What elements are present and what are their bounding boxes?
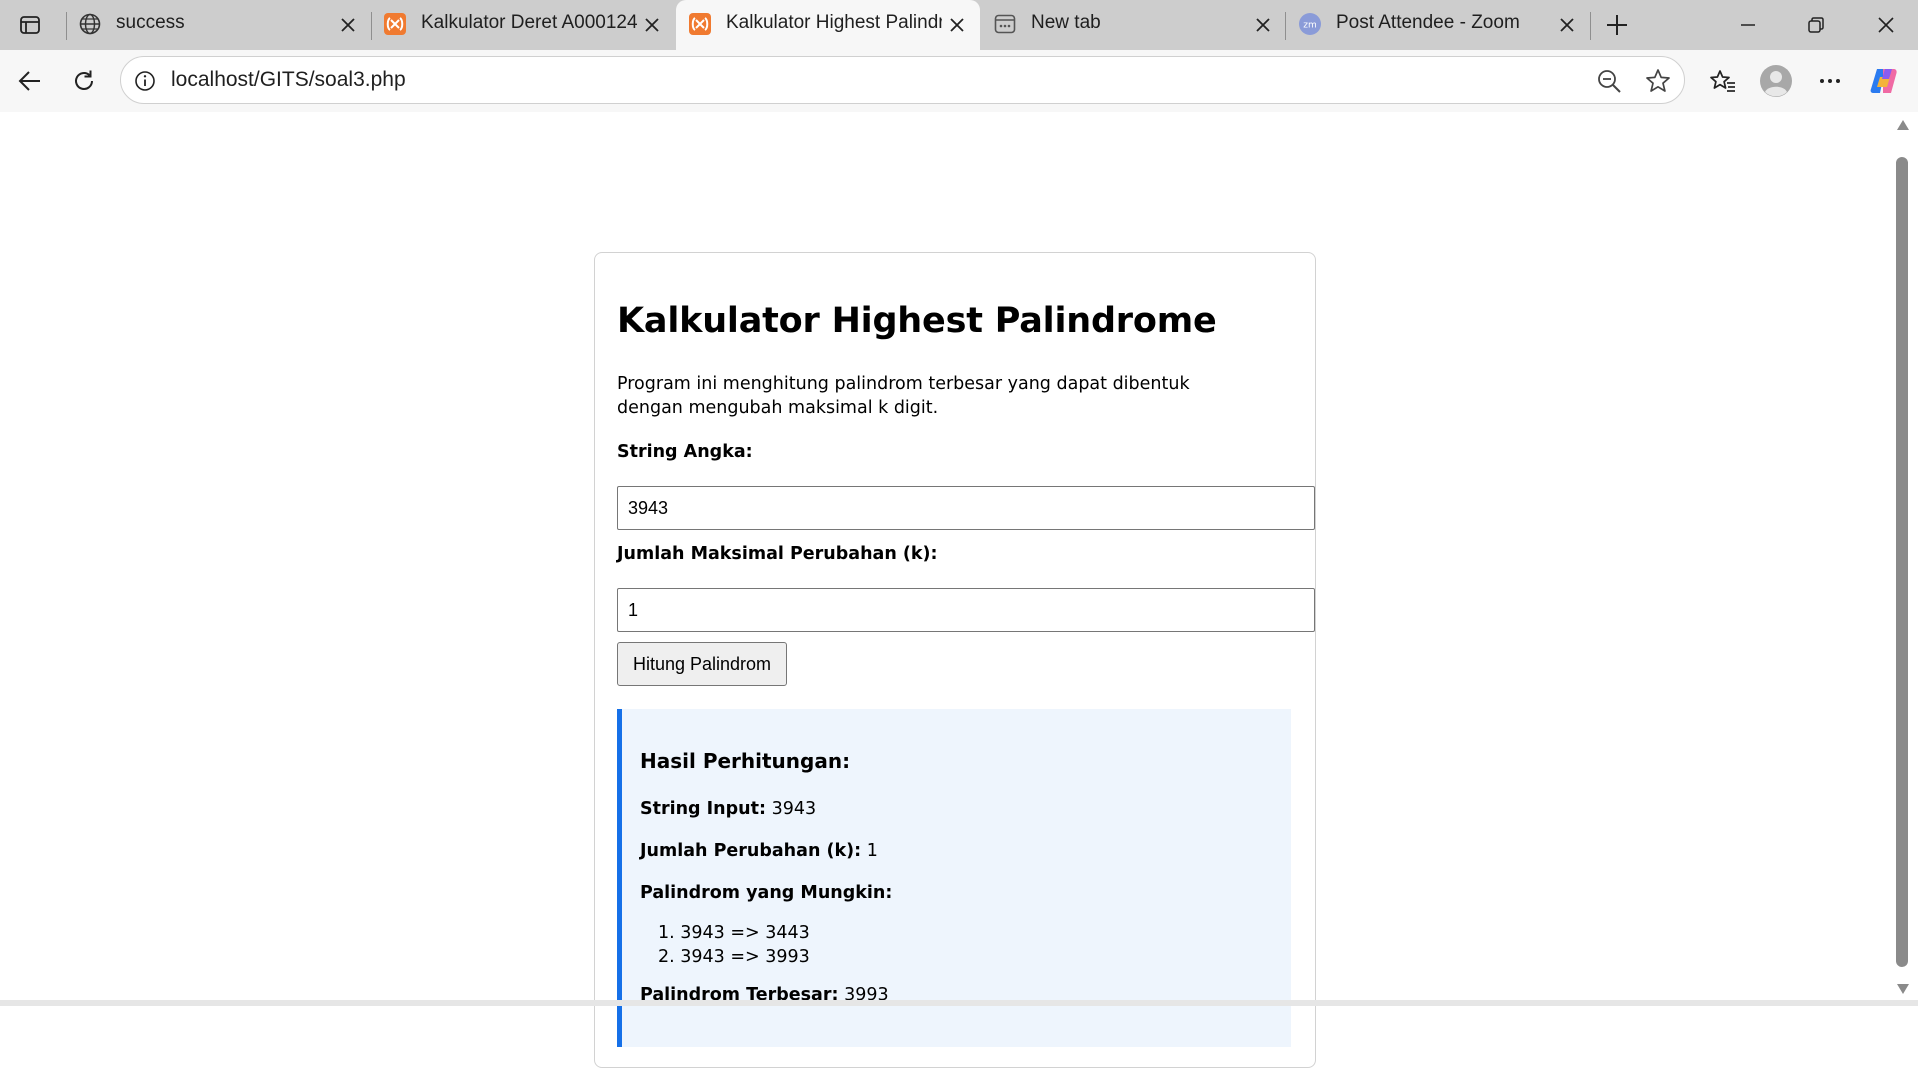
close-tab-icon[interactable] — [337, 14, 359, 36]
plus-icon — [1607, 15, 1627, 35]
result-heading: Hasil Perhitungan: — [640, 749, 851, 773]
reload-button[interactable] — [66, 63, 102, 99]
tab-zoom[interactable]: zm Post Attendee - Zoom — [1286, 0, 1590, 50]
minimize-button[interactable] — [1718, 0, 1778, 50]
profile-button[interactable] — [1758, 63, 1794, 99]
tab-actions-button[interactable] — [12, 8, 48, 42]
tab-actions-icon — [20, 16, 40, 34]
vertical-scrollbar[interactable] — [1892, 112, 1912, 1000]
tab-title: Kalkulator Highest Palindro — [726, 12, 942, 33]
page-description: Program ini menghitung palindrom terbesa… — [617, 374, 1190, 418]
zoom-out-icon[interactable] — [1596, 68, 1622, 94]
tab-new-tab[interactable]: New tab — [981, 0, 1285, 50]
tab-success[interactable]: success — [66, 0, 370, 50]
page-title: Kalkulator Highest Palindrome — [617, 301, 1217, 341]
close-tab-icon[interactable] — [641, 14, 663, 36]
scroll-thumb[interactable] — [1896, 157, 1908, 967]
xampp-icon — [383, 12, 407, 36]
tab-kalkulator-deret[interactable]: Kalkulator Deret A000124 — [371, 0, 675, 50]
tab-title: Post Attendee - Zoom — [1336, 12, 1520, 33]
scroll-down-arrow-icon[interactable] — [1897, 984, 1909, 994]
tab-title: Kalkulator Deret A000124 — [421, 12, 638, 33]
tab-kalkulator-highest-palindrome[interactable]: Kalkulator Highest Palindro — [676, 0, 980, 50]
close-tab-icon[interactable] — [1252, 14, 1274, 36]
result-panel: Hasil Perhitungan: String Input: 3943 Ju… — [617, 709, 1291, 1047]
result-string-input: String Input: 3943 — [640, 799, 816, 819]
new-tab-button[interactable] — [1600, 8, 1634, 42]
avatar-icon — [1760, 65, 1792, 97]
result-label: Jumlah Perubahan (k): — [640, 841, 862, 861]
list-item: 1. 3943 => 3443 — [658, 923, 810, 943]
result-changes: Jumlah Perubahan (k): 1 — [640, 841, 878, 861]
string-angka-label: String Angka: — [617, 442, 753, 462]
browser-toolbar: localhost/GITS/soal3.php — [0, 50, 1918, 112]
calculate-button[interactable]: Hitung Palindrom — [617, 642, 787, 686]
settings-menu-button[interactable] — [1812, 63, 1848, 99]
close-tab-icon[interactable] — [946, 14, 968, 36]
close-window-button[interactable] — [1856, 0, 1916, 50]
page-viewport: Kalkulator Highest Palindrome Program in… — [6, 112, 1892, 1068]
result-possible-label: Palindrom yang Mungkin: — [640, 883, 892, 903]
xampp-icon — [688, 12, 712, 36]
max-changes-label: Jumlah Maksimal Perubahan (k): — [617, 544, 938, 564]
max-changes-input[interactable] — [617, 588, 1315, 632]
close-icon — [1878, 17, 1894, 33]
zoom-icon: zm — [1298, 12, 1322, 36]
restore-button[interactable] — [1786, 0, 1846, 50]
url-text: localhost/GITS/soal3.php — [171, 68, 406, 91]
site-info-icon[interactable] — [133, 69, 157, 93]
possible-palindromes-list: 1. 3943 => 3443 2. 3943 => 3993 — [658, 921, 810, 969]
tab-title: New tab — [1031, 12, 1101, 33]
back-button[interactable] — [12, 63, 48, 99]
result-label: Palindrom yang Mungkin: — [640, 883, 893, 903]
favorite-star-icon[interactable] — [1644, 67, 1672, 95]
tab-separator — [1590, 12, 1591, 40]
copilot-button[interactable] — [1866, 63, 1902, 99]
string-angka-input[interactable] — [617, 486, 1315, 530]
result-value: 3943 — [771, 799, 817, 819]
copilot-icon — [1870, 69, 1897, 93]
result-value: 1 — [866, 841, 878, 861]
restore-icon — [1808, 17, 1824, 33]
list-item: 2. 3943 => 3993 — [658, 947, 810, 967]
favorites-button[interactable] — [1705, 63, 1741, 99]
result-label: String Input: — [640, 799, 766, 819]
tab-strip: success Kalkulator Deret A000124 Kalkula… — [0, 0, 1918, 50]
back-arrow-icon — [18, 71, 40, 91]
scroll-up-arrow-icon[interactable] — [1897, 120, 1909, 130]
window-bottom-edge — [0, 1000, 1918, 1006]
close-tab-icon[interactable] — [1556, 14, 1578, 36]
new-tab-page-icon — [993, 12, 1017, 36]
address-bar[interactable]: localhost/GITS/soal3.php — [120, 56, 1685, 104]
favorites-list-icon — [1710, 70, 1735, 92]
more-options-icon — [1820, 79, 1840, 83]
calculator-card: Kalkulator Highest Palindrome Program in… — [594, 252, 1316, 1068]
svg-text:zm: zm — [1303, 21, 1317, 31]
tab-title: success — [116, 12, 185, 33]
globe-icon — [78, 12, 102, 36]
minimize-icon — [1741, 24, 1755, 26]
reload-icon — [75, 70, 93, 90]
